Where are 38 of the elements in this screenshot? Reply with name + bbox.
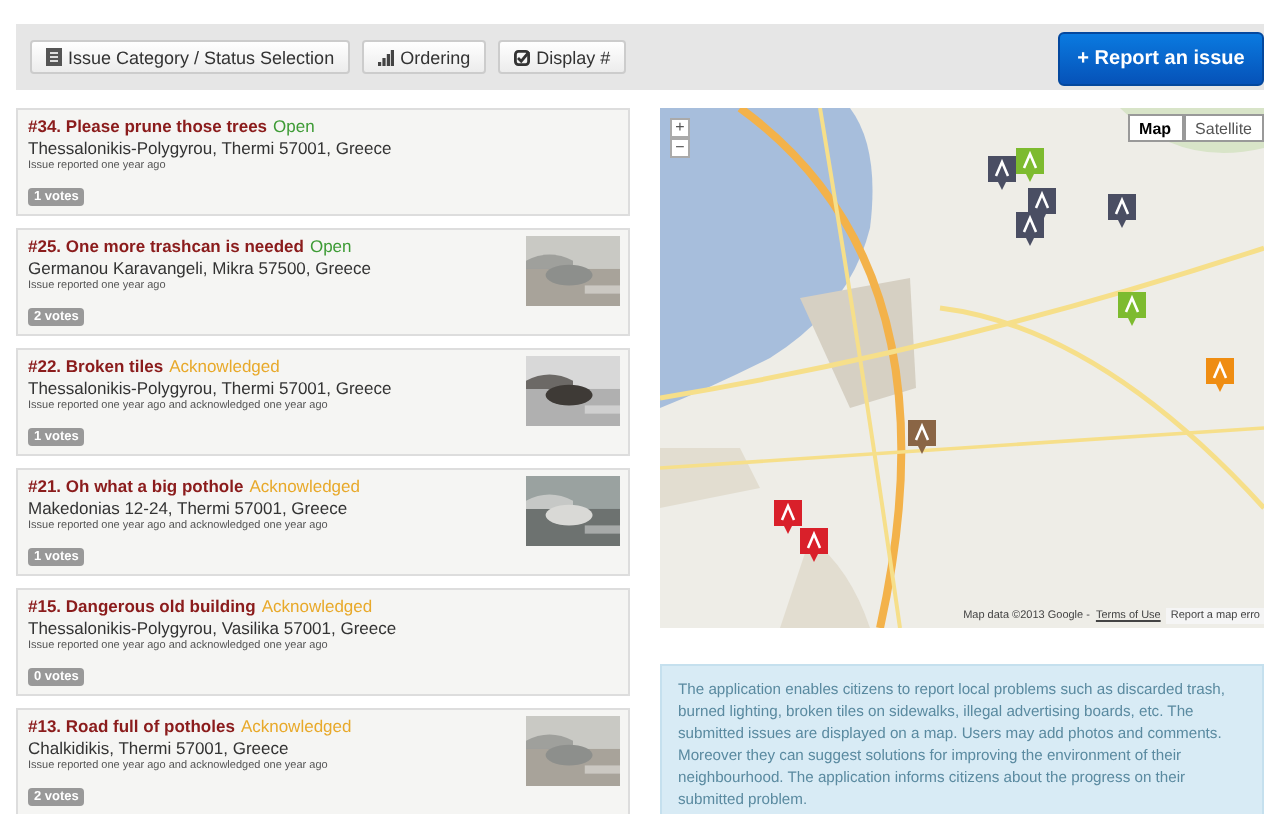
issue-address: Thessalonikis-Polygyrou, Vasilika 57001, Greece bbox=[28, 618, 397, 638]
checkbox-icon bbox=[514, 49, 531, 65]
signal-bars-icon bbox=[378, 49, 395, 65]
map-marker-icon[interactable] bbox=[1206, 358, 1234, 392]
issue-status: Open bbox=[309, 236, 352, 256]
issue-address: Thessalonikis-Polygyrou, Thermi 57001, Greece bbox=[28, 378, 392, 398]
map-marker-icon[interactable] bbox=[908, 420, 936, 454]
map-marker-icon[interactable] bbox=[1016, 148, 1044, 182]
zoom-in-button[interactable]: + bbox=[670, 118, 690, 138]
issue-status: Acknowledged bbox=[169, 356, 280, 376]
zoom-out-button[interactable]: − bbox=[670, 138, 690, 158]
issue-status: Acknowledged bbox=[261, 596, 373, 616]
map-type-tab[interactable]: Map bbox=[1127, 114, 1184, 142]
filter-button[interactable]: Ordering bbox=[362, 40, 487, 74]
issue-address: Chalkidikis, Thermi 57001, Greece bbox=[28, 738, 291, 758]
map-marker-icon[interactable] bbox=[988, 156, 1016, 190]
map-marker-icon[interactable] bbox=[1118, 292, 1146, 326]
issue-status: Acknowledged bbox=[240, 716, 352, 736]
issue-title[interactable]: #21. Oh what a big pothole bbox=[28, 476, 244, 496]
map-marker-icon[interactable] bbox=[1108, 194, 1136, 228]
issue-address: Makedonias 12-24, Thermi 57001, Greece bbox=[28, 498, 350, 518]
issue-title[interactable]: #13. Road full of potholes bbox=[28, 716, 235, 736]
issue-title[interactable]: #15. Dangerous old building bbox=[28, 596, 256, 616]
issue-address: Thessalonikis-Polygyrou, Thermi 57001, Greece bbox=[28, 138, 392, 158]
filter-button[interactable]: Issue Category / Status Selection bbox=[30, 40, 351, 74]
issue-title[interactable]: #25. One more trashcan is needed bbox=[28, 236, 304, 256]
map-marker-icon[interactable] bbox=[800, 528, 828, 562]
report-issue-button[interactable]: + Report an issue bbox=[1058, 32, 1264, 86]
issue-title[interactable]: #34. Please prune those trees bbox=[28, 116, 268, 136]
map-marker-icon[interactable] bbox=[1016, 212, 1044, 246]
issue-status: Acknowledged bbox=[249, 476, 360, 496]
map-type-tab[interactable]: Satellite bbox=[1183, 114, 1264, 142]
issue-status: Open bbox=[273, 116, 315, 136]
filter-button[interactable]: Display # bbox=[498, 40, 627, 74]
issue-address: Germanou Karavangeli, Mikra 57500, Greece bbox=[28, 258, 372, 278]
issue-title[interactable]: #22. Broken tiles bbox=[28, 356, 164, 376]
list-icon bbox=[46, 48, 62, 66]
map-marker-icon[interactable] bbox=[774, 500, 802, 534]
